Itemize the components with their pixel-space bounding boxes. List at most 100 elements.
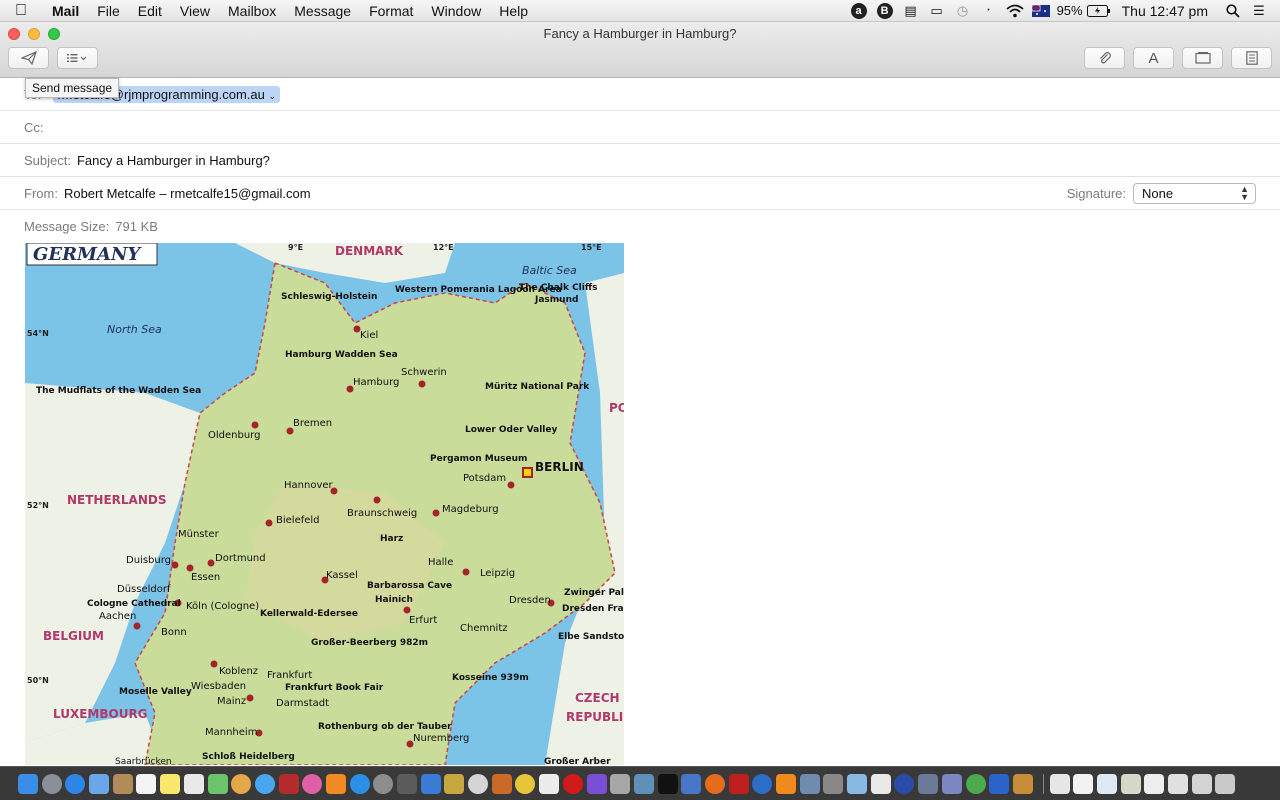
dock-app-icon[interactable]	[870, 773, 891, 794]
dock-document-icon[interactable]	[1144, 773, 1165, 794]
header-fields-button[interactable]	[57, 47, 98, 69]
signature-value: None	[1142, 185, 1174, 201]
notification-center-icon[interactable]: ☰	[1246, 0, 1272, 22]
spotlight-search-icon[interactable]	[1220, 0, 1246, 22]
dock-chrome-icon[interactable]	[515, 773, 536, 794]
dock-mail-icon[interactable]	[89, 773, 110, 794]
dock-calendar-icon[interactable]	[136, 773, 157, 794]
status-app-b-icon[interactable]: B	[872, 0, 898, 22]
menubar-clock[interactable]: Thu 12:47 pm	[1112, 3, 1220, 19]
photo-browser-icon	[1194, 52, 1211, 64]
map-poi-moselle: Moselle Valley	[119, 687, 192, 697]
attach-button[interactable]	[1084, 47, 1125, 69]
dock-contacts-icon[interactable]	[112, 773, 133, 794]
dock-php-icon[interactable]	[941, 773, 962, 794]
dock-app-icon[interactable]	[491, 773, 512, 794]
battery-icon[interactable]	[1086, 0, 1112, 22]
status-app-a-icon[interactable]: a	[846, 0, 872, 22]
dock-firefox-icon[interactable]	[704, 773, 725, 794]
menu-help[interactable]: Help	[490, 3, 537, 19]
dock-messages-icon[interactable]	[254, 773, 275, 794]
battery-percent: 95%	[1056, 3, 1083, 18]
menu-mailbox[interactable]: Mailbox	[219, 3, 285, 19]
apple-menu-icon[interactable]: 	[0, 2, 42, 20]
map-label-dresden: Dresden	[509, 595, 551, 606]
dock-app-icon[interactable]	[444, 773, 465, 794]
menu-file[interactable]: File	[88, 3, 129, 19]
dock-app-icon[interactable]	[918, 773, 939, 794]
map-label-munster: Münster	[178, 529, 220, 540]
dock-document-icon[interactable]	[1049, 773, 1070, 794]
map-lon-15: 15°E	[581, 243, 602, 252]
subject-field[interactable]: Fancy a Hamburger in Hamburg?	[77, 153, 270, 168]
dock-app-icon[interactable]	[799, 773, 820, 794]
dock-appstore-icon[interactable]	[349, 773, 370, 794]
map-poi-pergamon: Pergamon Museum	[430, 454, 527, 464]
dock-app-icon[interactable]	[752, 773, 773, 794]
dock-app-icon[interactable]	[420, 773, 441, 794]
map-title: GERMANY	[33, 244, 142, 265]
menu-app-mail[interactable]: Mail	[42, 3, 88, 19]
dock-ibooks-icon[interactable]	[325, 773, 346, 794]
dock-app-icon[interactable]	[965, 773, 986, 794]
dock-app-icon[interactable]	[894, 773, 915, 794]
photo-browser-button[interactable]	[1182, 47, 1223, 69]
dock-trash-icon[interactable]	[1215, 773, 1236, 794]
dock-document-icon[interactable]	[1096, 773, 1117, 794]
send-tooltip: Send message	[25, 78, 120, 98]
dock-photos-icon[interactable]	[231, 773, 252, 794]
dock-app-icon[interactable]	[468, 773, 489, 794]
dock-finder-icon[interactable]	[18, 773, 38, 794]
airplay-icon[interactable]: ▭	[924, 0, 950, 22]
time-machine-icon[interactable]: ◷	[950, 0, 976, 22]
subject-row[interactable]: Subject: Fancy a Hamburger in Hamburg?	[0, 144, 1280, 177]
menu-view[interactable]: View	[171, 3, 219, 19]
dock-document-icon[interactable]	[1168, 773, 1188, 794]
dock-photobooth-icon[interactable]	[278, 773, 299, 794]
menu-bar:  Mail File Edit View Mailbox Message Fo…	[0, 0, 1280, 22]
dock-app-icon[interactable]	[586, 773, 607, 794]
dock-app-icon[interactable]	[397, 773, 417, 794]
dock-app-icon[interactable]	[847, 773, 868, 794]
flag-australia-icon[interactable]	[1028, 0, 1054, 22]
from-field[interactable]: Robert Metcalfe – rmetcalfe15@gmail.com	[64, 186, 311, 201]
menu-window[interactable]: Window	[422, 3, 490, 19]
dock-vlc-icon[interactable]	[776, 773, 796, 794]
dock-launchpad-icon[interactable]	[41, 773, 62, 794]
wifi-icon[interactable]	[1002, 0, 1028, 22]
dock-app-icon[interactable]	[1012, 773, 1033, 794]
map-lat-50: 50°N	[27, 676, 49, 685]
cc-row[interactable]: Cc:	[0, 111, 1280, 144]
map-label-darmstadt: Darmstadt	[276, 698, 329, 709]
dock-document-icon[interactable]	[1120, 773, 1141, 794]
dock-app-icon[interactable]	[681, 773, 702, 794]
dock-maps-icon[interactable]	[207, 773, 228, 794]
status-books-icon[interactable]: ▤	[898, 0, 924, 22]
dock-notes-icon[interactable]	[160, 773, 181, 794]
dock-help-icon[interactable]	[823, 773, 844, 794]
bluetooth-icon[interactable]: ᛫	[976, 0, 1002, 22]
germany-map-image[interactable]: GERMANY DENMARK Baltic Sea North Sea NET…	[25, 243, 624, 765]
dock-app-icon[interactable]	[610, 773, 631, 794]
menu-edit[interactable]: Edit	[129, 3, 171, 19]
format-text-button[interactable]: A	[1133, 47, 1174, 69]
dock-app-icon[interactable]	[539, 773, 560, 794]
dock-app-icon[interactable]	[989, 773, 1010, 794]
dock-safari-icon[interactable]	[65, 773, 86, 794]
signature-select[interactable]: None ▲ ▼	[1133, 182, 1256, 204]
dock-document-icon[interactable]	[1191, 773, 1212, 794]
menu-message[interactable]: Message	[285, 3, 360, 19]
dock-filezilla-icon[interactable]	[728, 773, 749, 794]
dock-app-icon[interactable]	[633, 773, 654, 794]
dock-itunes-icon[interactable]	[302, 773, 323, 794]
dock-reminders-icon[interactable]	[183, 773, 204, 794]
dock-preferences-icon[interactable]	[373, 773, 394, 794]
send-button[interactable]	[8, 47, 49, 69]
stationery-button[interactable]	[1231, 47, 1272, 69]
map-label-braunschweig: Braunschweig	[347, 508, 417, 519]
menu-format[interactable]: Format	[360, 3, 422, 19]
dock-terminal-icon[interactable]	[657, 773, 678, 794]
from-row: From: Robert Metcalfe – rmetcalfe15@gmai…	[0, 177, 1280, 210]
dock-opera-icon[interactable]	[562, 773, 583, 794]
dock-document-icon[interactable]	[1073, 773, 1094, 794]
